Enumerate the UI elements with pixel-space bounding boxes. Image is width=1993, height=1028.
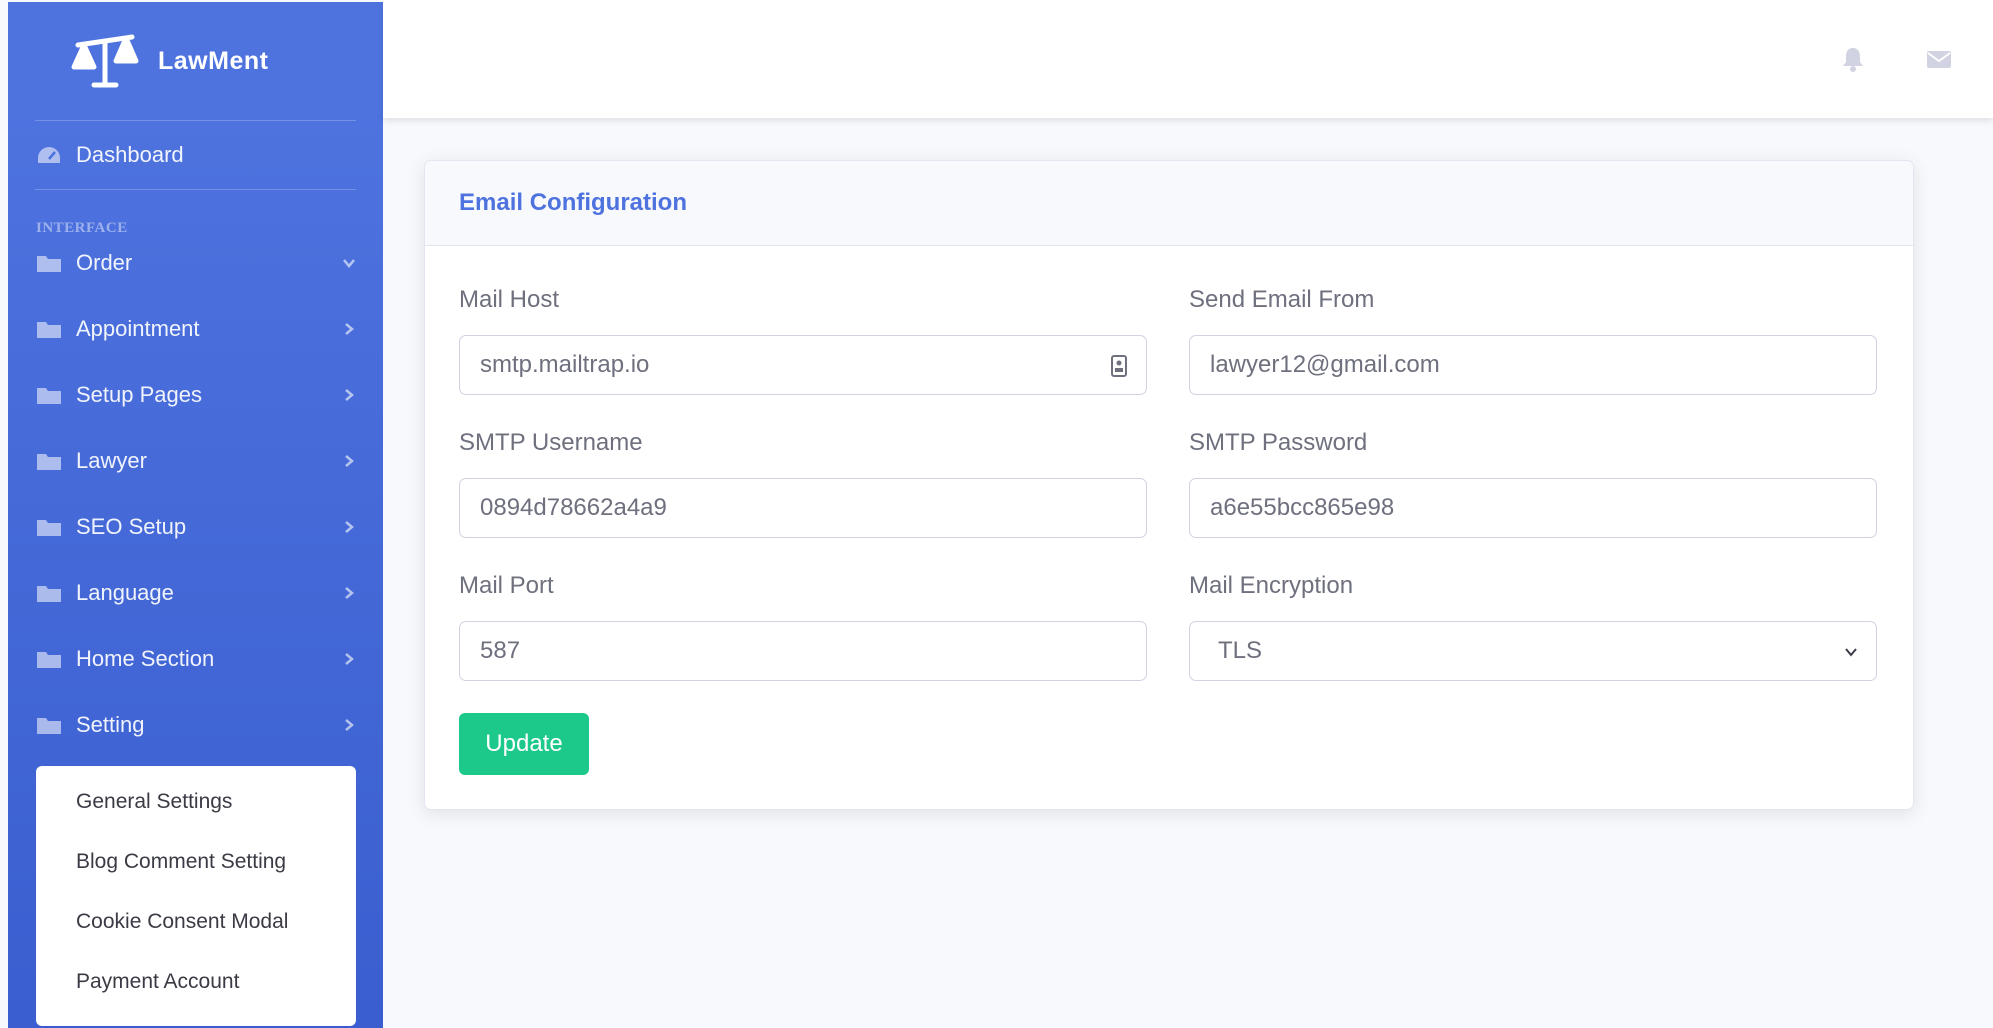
sidebar-item-dashboard[interactable]: Dashboard xyxy=(8,121,383,189)
sidebar-item-label: Home Section xyxy=(76,646,215,671)
bell-icon[interactable] xyxy=(1840,46,1866,72)
sidebar-item-label: Setup Pages xyxy=(76,382,202,407)
mail-port-value: 587 xyxy=(480,637,521,664)
submenu-item-payment-account[interactable]: Payment Account xyxy=(36,960,356,1020)
folder-icon xyxy=(37,652,61,668)
submenu-item-general-settings[interactable]: General Settings xyxy=(36,780,356,840)
smtp-password-label: SMTP Password xyxy=(1189,429,1368,456)
sidebar-item-lawyer[interactable]: Lawyer xyxy=(8,428,383,494)
sidebar-item-order[interactable]: Order xyxy=(8,230,383,296)
smtp-password-value: a6e55bcc865e98 xyxy=(1210,494,1395,521)
card-title: Email Configuration xyxy=(459,189,687,216)
sidebar-item-label: Language xyxy=(76,580,174,605)
chevron-right-icon xyxy=(345,455,354,467)
sidebar-section-heading: INTERFACE xyxy=(36,220,128,236)
submenu-item-cookie-consent-modal[interactable]: Cookie Consent Modal xyxy=(36,900,356,960)
folder-icon xyxy=(37,718,61,734)
send-email-from-input[interactable]: lawyer12@gmail.com xyxy=(1189,335,1877,395)
sidebar-item-language[interactable]: Language xyxy=(8,560,383,626)
email-configuration-card: Email Configuration Mail Host smtp.mailt… xyxy=(424,160,1914,810)
mail-port-input[interactable]: 587 xyxy=(459,621,1147,681)
chevron-right-icon xyxy=(345,389,354,401)
sidebar-item-setting[interactable]: Setting xyxy=(8,692,383,758)
update-button[interactable]: Update xyxy=(459,713,589,775)
mail-encryption-select[interactable]: TLS xyxy=(1189,621,1877,681)
smtp-username-value: 0894d78662a4a9 xyxy=(480,494,667,521)
smtp-password-input[interactable]: a6e55bcc865e98 xyxy=(1189,478,1877,538)
brand-name: LawMent xyxy=(158,46,269,75)
sidebar-item-label: Dashboard xyxy=(76,142,184,167)
brand[interactable]: LawMent xyxy=(8,2,383,120)
folder-icon xyxy=(37,256,61,272)
submenu-item-blog-comment-setting[interactable]: Blog Comment Setting xyxy=(36,840,356,900)
card-header: Email Configuration xyxy=(425,161,1913,246)
folder-icon xyxy=(37,454,61,470)
smtp-username-input[interactable]: 0894d78662a4a9 xyxy=(459,478,1147,538)
folder-icon xyxy=(37,388,61,404)
send-email-from-value: lawyer12@gmail.com xyxy=(1210,351,1440,378)
contact-card-icon[interactable] xyxy=(1110,354,1128,378)
sidebar-item-label: Lawyer xyxy=(76,448,147,473)
send-email-from-label: Send Email From xyxy=(1189,286,1375,313)
chevron-down-icon xyxy=(1845,648,1857,657)
sidebar-item-seo-setup[interactable]: SEO Setup xyxy=(8,494,383,560)
mail-host-label: Mail Host xyxy=(459,286,560,313)
sidebar-item-label: SEO Setup xyxy=(76,514,187,539)
mail-host-value: smtp.mailtrap.io xyxy=(480,351,650,378)
folder-icon xyxy=(37,586,61,602)
chevron-down-icon xyxy=(343,259,355,268)
mail-encryption-label: Mail Encryption xyxy=(1189,572,1354,599)
chevron-right-icon xyxy=(345,653,354,665)
sidebar-item-appointment[interactable]: Appointment xyxy=(8,296,383,362)
chevron-right-icon xyxy=(345,719,354,731)
sidebar-item-label: Appointment xyxy=(76,316,200,341)
sidebar-item-setup-pages[interactable]: Setup Pages xyxy=(8,362,383,428)
topbar xyxy=(383,0,1993,118)
mail-encryption-value: TLS xyxy=(1218,637,1263,664)
chevron-right-icon xyxy=(345,521,354,533)
smtp-username-label: SMTP Username xyxy=(459,429,643,456)
chevron-right-icon xyxy=(345,323,354,335)
envelope-icon[interactable] xyxy=(1926,46,1952,72)
folder-icon xyxy=(37,520,61,536)
mail-host-input[interactable]: smtp.mailtrap.io xyxy=(459,335,1147,395)
sidebar-item-label: Order xyxy=(76,250,133,275)
chevron-right-icon xyxy=(345,587,354,599)
mail-port-label: Mail Port xyxy=(459,572,554,599)
folder-icon xyxy=(37,322,61,338)
sidebar-item-label: Setting xyxy=(76,712,145,737)
sidebar-item-home-section[interactable]: Home Section xyxy=(8,626,383,692)
setting-submenu: General Settings Blog Comment Setting Co… xyxy=(36,766,356,1026)
sidebar: LawMent Dashboard INTERFACE Order Appoin… xyxy=(8,2,383,1028)
scales-of-justice-icon xyxy=(71,34,139,88)
tachometer-icon xyxy=(38,147,60,163)
